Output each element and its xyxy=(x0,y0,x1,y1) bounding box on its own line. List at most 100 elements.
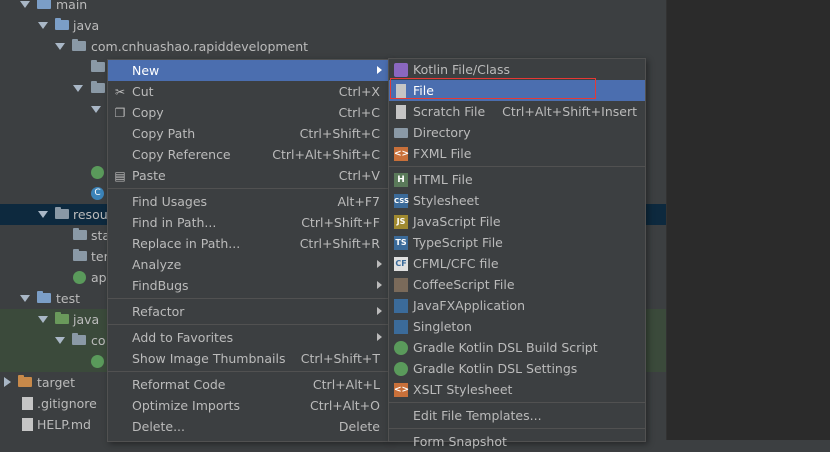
menu-item-stylesheet[interactable]: CSS Stylesheet xyxy=(389,190,645,211)
expand-arrow-icon[interactable] xyxy=(73,85,83,92)
menu-shortcut: Ctrl+Alt+L xyxy=(312,377,380,392)
menu-item-copy-reference[interactable]: Copy Reference Ctrl+Alt+Shift+C xyxy=(108,144,388,165)
expand-arrow-icon[interactable] xyxy=(38,22,48,29)
menu-item-label: Form Snapshot xyxy=(413,434,507,449)
spring-class-icon xyxy=(91,166,104,179)
menu-item-refactor[interactable]: Refactor xyxy=(108,301,388,322)
menu-item-replace-in-path[interactable]: Replace in Path... Ctrl+Shift+R xyxy=(108,233,388,254)
tree-row-package[interactable]: com.cnhuashao.rapiddevelopment xyxy=(0,36,666,57)
menu-item-typescript-file[interactable]: TS TypeScript File xyxy=(389,232,645,253)
menu-shortcut: Ctrl+C xyxy=(338,105,380,120)
menu-item-coffeescript-file[interactable]: CoffeeScript File xyxy=(389,274,645,295)
file-icon xyxy=(22,397,33,410)
menu-item-xslt-stylesheet[interactable]: <> XSLT Stylesheet xyxy=(389,379,645,400)
menu-item-show-image-thumbnails[interactable]: Show Image Thumbnails Ctrl+Shift+T xyxy=(108,348,388,369)
menu-item-copy-path[interactable]: Copy Path Ctrl+Shift+C xyxy=(108,123,388,144)
cfml-file-icon: CF xyxy=(394,257,408,271)
menu-item-label: JavaScript File xyxy=(413,214,501,229)
kotlin-file-icon xyxy=(394,63,408,77)
tree-row-java[interactable]: java xyxy=(0,15,666,36)
menu-shortcut: Ctrl+Shift+T xyxy=(300,351,380,366)
class-icon xyxy=(91,355,104,368)
package-icon xyxy=(72,39,86,51)
menu-item-label: XSLT Stylesheet xyxy=(413,382,513,397)
menu-item-find-usages[interactable]: Find Usages Alt+F7 xyxy=(108,191,388,212)
coffeescript-file-icon xyxy=(394,278,408,292)
menu-item-fxml-file[interactable]: <> FXML File xyxy=(389,143,645,164)
menu-item-gradle-kotlin-dsl-build-script[interactable]: Gradle Kotlin DSL Build Script xyxy=(389,337,645,358)
expand-arrow-icon[interactable] xyxy=(20,295,30,302)
menu-item-label: Singleton xyxy=(413,319,472,334)
menu-separator xyxy=(108,188,388,189)
menu-item-label: Paste xyxy=(132,168,166,183)
expand-arrow-icon[interactable] xyxy=(91,106,101,113)
menu-item-edit-file-templates[interactable]: Edit File Templates... xyxy=(389,405,645,426)
menu-item-scratch-file[interactable]: Scratch File Ctrl+Alt+Shift+Insert xyxy=(389,101,645,122)
menu-item-directory[interactable]: Directory xyxy=(389,122,645,143)
menu-item-add-to-favorites[interactable]: Add to Favorites xyxy=(108,327,388,348)
collapse-arrow-icon[interactable] xyxy=(4,377,11,387)
submenu-arrow-icon xyxy=(377,66,382,74)
menu-item-delete[interactable]: Delete... Delete xyxy=(108,416,388,437)
menu-shortcut: Ctrl+X xyxy=(338,84,380,99)
expand-arrow-icon[interactable] xyxy=(20,1,30,8)
scratch-file-icon xyxy=(396,105,406,119)
menu-separator xyxy=(108,324,388,325)
context-menu: New ✂ Cut Ctrl+X ❐ Copy Ctrl+C Copy Path… xyxy=(107,59,389,442)
tree-label: main xyxy=(56,0,88,12)
menu-item-form-snapshot[interactable]: Form Snapshot xyxy=(389,431,645,452)
menu-item-kotlin-file-class[interactable]: Kotlin File/Class xyxy=(389,59,645,80)
menu-item-reformat-code[interactable]: Reformat Code Ctrl+Alt+L xyxy=(108,374,388,395)
menu-item-findbugs[interactable]: FindBugs xyxy=(108,275,388,296)
menu-item-label: HTML File xyxy=(413,172,473,187)
menu-item-analyze[interactable]: Analyze xyxy=(108,254,388,275)
menu-separator xyxy=(108,371,388,372)
menu-item-label: Replace in Path... xyxy=(132,236,241,251)
expand-arrow-icon[interactable] xyxy=(38,316,48,323)
tree-label: ap xyxy=(91,270,107,285)
menu-item-singleton[interactable]: Singleton xyxy=(389,316,645,337)
class-icon: C xyxy=(91,187,104,200)
expand-arrow-icon[interactable] xyxy=(55,43,65,50)
menu-item-html-file[interactable]: H HTML File xyxy=(389,169,645,190)
menu-item-label: Scratch File xyxy=(413,104,486,119)
menu-item-label: New xyxy=(132,63,160,78)
menu-item-label: Find Usages xyxy=(132,194,208,209)
tree-label: java xyxy=(73,312,100,327)
menu-item-label: Edit File Templates... xyxy=(413,408,542,423)
expand-arrow-icon[interactable] xyxy=(38,211,48,218)
menu-item-find-in-path[interactable]: Find in Path... Ctrl+Shift+F xyxy=(108,212,388,233)
menu-item-cut[interactable]: ✂ Cut Ctrl+X xyxy=(108,81,388,102)
resources-folder-icon xyxy=(55,207,69,219)
menu-item-label: Find in Path... xyxy=(132,215,217,230)
menu-item-optimize-imports[interactable]: Optimize Imports Ctrl+Alt+O xyxy=(108,395,388,416)
tree-label: resou xyxy=(73,207,108,222)
tree-label: HELP.md xyxy=(37,417,91,432)
test-folder-icon xyxy=(55,312,69,324)
submenu-arrow-icon xyxy=(377,333,382,341)
menu-item-javascript-file[interactable]: JS JavaScript File xyxy=(389,211,645,232)
menu-item-label: Copy Path xyxy=(132,126,196,141)
menu-item-gradle-kotlin-dsl-settings[interactable]: Gradle Kotlin DSL Settings xyxy=(389,358,645,379)
folder-icon xyxy=(73,249,87,261)
scissors-icon: ✂ xyxy=(114,85,126,99)
menu-item-cfml-cfc-file[interactable]: CF CFML/CFC file xyxy=(389,253,645,274)
menu-item-javafxapplication[interactable]: JavaFXApplication xyxy=(389,295,645,316)
xslt-file-icon: <> xyxy=(394,383,410,397)
menu-item-label: Analyze xyxy=(132,257,182,272)
menu-item-label: Directory xyxy=(413,125,471,140)
menu-item-label: JavaFXApplication xyxy=(413,298,525,313)
menu-shortcut: Ctrl+Shift+R xyxy=(299,236,380,251)
menu-item-label: Gradle Kotlin DSL Build Script xyxy=(413,340,598,355)
menu-item-copy[interactable]: ❐ Copy Ctrl+C xyxy=(108,102,388,123)
expand-arrow-icon[interactable] xyxy=(55,337,65,344)
editor-area[interactable] xyxy=(666,0,830,440)
html-file-icon: H xyxy=(394,173,408,187)
package-icon xyxy=(72,333,86,345)
menu-item-label: CoffeeScript File xyxy=(413,277,515,292)
menu-item-paste[interactable]: ▤ Paste Ctrl+V xyxy=(108,165,388,186)
tree-row-main[interactable]: main xyxy=(0,0,666,15)
menu-item-label: Refactor xyxy=(132,304,185,319)
menu-shortcut: Delete xyxy=(338,419,380,434)
menu-item-new[interactable]: New xyxy=(108,60,388,81)
